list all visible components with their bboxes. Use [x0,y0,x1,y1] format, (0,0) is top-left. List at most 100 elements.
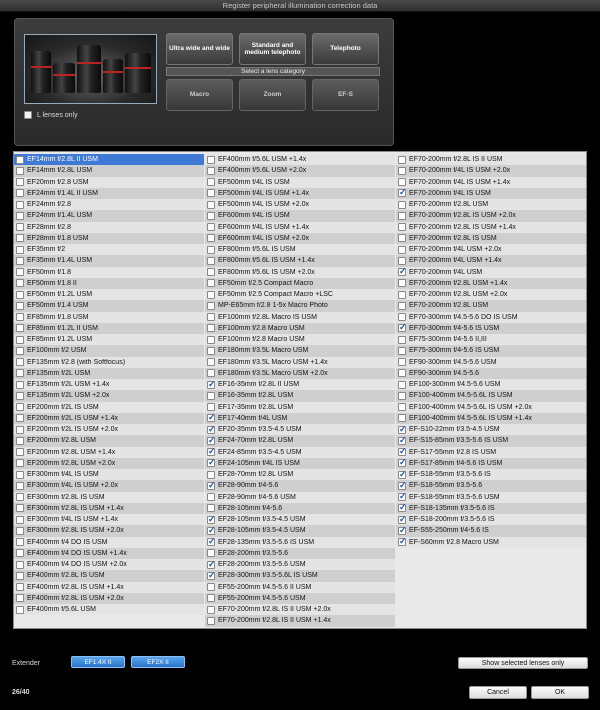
lens-checkbox[interactable] [16,245,24,254]
lens-checkbox[interactable] [207,514,216,525]
lens-checkbox[interactable] [207,211,215,220]
lens-checkbox[interactable] [16,178,24,187]
lens-checkbox[interactable] [16,200,24,209]
extender-1-4x-button[interactable]: EF1.4X II [71,656,125,668]
lens-checkbox[interactable] [16,380,24,389]
lens-checkbox[interactable] [398,279,406,288]
lens-checkbox[interactable] [398,301,406,310]
lens-row[interactable]: EF14mm f/2.8L USM [14,165,204,177]
lens-row[interactable]: EF135mm f/2.8 (with Softfocus) [14,356,204,368]
lens-row[interactable]: EF-S18-135mm f/3.5-5.6 IS [396,502,586,514]
lens-checkbox[interactable] [398,514,407,525]
lens-row[interactable]: EF28-200mm f/3.5-5.6 USM [205,559,395,571]
lens-row[interactable]: EF90-300mm f/4.5-5.6 USM [396,356,586,368]
lens-row[interactable]: EF180mm f/3.5L Macro USM [205,345,395,357]
lens-row[interactable]: EF28-90mm f/4-5.6 USM [205,491,395,503]
lens-row[interactable]: EF500mm f/4L IS USM [205,176,395,188]
lens-row[interactable]: EF800mm f/5.6L IS USM +2.0x [205,266,395,278]
lens-checkbox[interactable] [398,223,406,232]
lens-row[interactable]: EF90-300mm f/4.5-5.6 [396,367,586,379]
lens-row[interactable]: EF-S18-55mm f/3.5-5.6 USM [396,491,586,503]
lens-checkbox[interactable] [398,178,406,187]
lens-row[interactable]: EF400mm f/5.6L USM +1.4x [205,154,395,166]
lens-checkbox[interactable] [207,616,215,625]
lens-checkbox[interactable] [398,491,407,502]
cancel-button[interactable]: Cancel [469,686,527,699]
lens-row[interactable]: EF70-200mm f/4L USM +2.0x [396,244,586,256]
lens-row[interactable]: EF300mm f/4L IS USM +1.4x [14,514,204,526]
lens-row[interactable]: EF70-200mm f/2.8L IS USM [396,232,586,244]
lens-checkbox[interactable] [207,504,215,513]
lens-checkbox[interactable] [16,335,24,344]
lens-checkbox[interactable] [16,470,24,479]
category-zoom-button[interactable]: Zoom [239,79,306,111]
lens-row[interactable]: EF135mm f/2L USM +2.0x [14,390,204,402]
lens-row[interactable]: EF70-200mm f/4L IS USM +1.4x [396,176,586,188]
lens-checkbox[interactable] [16,605,24,614]
lens-checkbox[interactable] [398,290,406,299]
lens-checkbox[interactable] [16,504,24,513]
lens-row[interactable]: EF20-35mm f/3.5-4.5 USM [205,424,395,436]
lens-checkbox[interactable] [207,403,215,412]
lens-checkbox[interactable] [398,480,407,491]
lens-checkbox[interactable] [398,211,406,220]
lens-row[interactable]: EF16-35mm f/2.8L II USM [205,379,395,391]
lens-checkbox[interactable] [207,335,215,344]
lens-row[interactable]: EF100mm f/2.8 Macro USM [205,334,395,346]
lens-checkbox[interactable] [398,266,407,277]
lens-checkbox[interactable] [398,245,406,254]
lens-row[interactable]: EF200mm f/2.8L USM [14,435,204,447]
lens-row[interactable]: EF75-300mm f/4-5.6 IS USM [396,345,586,357]
l-lenses-only-checkbox[interactable] [24,111,32,119]
lens-checkbox[interactable] [16,324,24,333]
lens-row[interactable]: EF500mm f/4L IS USM +2.0x [205,199,395,211]
lens-row[interactable]: EF28-105mm f/3.5-4.5 USM [205,514,395,526]
lens-row[interactable]: EF28-135mm f/3.5-5.6 IS USM [205,536,395,548]
lens-row[interactable]: EF135mm f/2L USM [14,367,204,379]
lens-checkbox[interactable] [16,560,24,569]
lens-checkbox[interactable] [207,570,216,581]
lens-checkbox[interactable] [398,358,406,367]
lens-row[interactable]: EF70-200mm f/2.8L USM [396,300,586,312]
lens-row[interactable]: EF600mm f/4L IS USM +1.4x [205,221,395,233]
lens-checkbox[interactable] [207,525,216,536]
lens-row[interactable]: EF100-400mm f/4.5-5.6L IS USM [396,390,586,402]
lens-row[interactable]: EF35mm f/1.4L USM [14,255,204,267]
lens-row[interactable]: EF400mm f/4 DO IS USM +2.0x [14,559,204,571]
lens-checkbox[interactable] [398,313,406,322]
lens-checkbox[interactable] [398,457,407,468]
lens-row[interactable]: EF70-200mm f/2.8L IS USM +1.4x [396,221,586,233]
lens-checkbox[interactable] [16,346,24,355]
lens-checkbox[interactable] [398,469,407,480]
lens-checkbox[interactable] [16,358,24,367]
lens-checkbox[interactable] [207,594,215,603]
lens-checkbox[interactable] [207,200,215,209]
lens-row[interactable]: EF200mm f/2L IS USM [14,401,204,413]
lens-checkbox[interactable] [207,583,215,592]
lens-checkbox[interactable] [16,403,24,412]
lens-checkbox[interactable] [207,457,216,468]
lens-row[interactable]: EF600mm f/4L IS USM +2.0x [205,232,395,244]
lens-checkbox[interactable] [16,155,24,164]
lens-row[interactable]: EF300mm f/4L IS USM +2.0x [14,480,204,492]
lens-row[interactable]: EF100-300mm f/4.5-5.6 USM [396,379,586,391]
lens-row[interactable]: EF300mm f/4L IS USM [14,469,204,481]
lens-checkbox[interactable] [16,391,24,400]
lens-row[interactable]: EF28-105mm f/4-5.6 [205,502,395,514]
lens-checkbox[interactable] [398,446,407,457]
lens-row[interactable]: EF-S17-85mm f/4-5.6 IS USM [396,457,586,469]
lens-row[interactable]: EF100-400mm f/4.5-5.6L IS USM +2.0x [396,401,586,413]
lens-row[interactable]: EF-S18-55mm f/3.5-5.6 IS [396,469,586,481]
lens-checkbox[interactable] [398,234,406,243]
lens-row[interactable]: EF400mm f/2.8L IS USM +1.4x [14,581,204,593]
lens-checkbox[interactable] [16,583,24,592]
lens-checkbox[interactable] [16,459,24,468]
lens-row[interactable]: EF28mm f/1.8 USM [14,232,204,244]
lens-row[interactable]: EF70-200mm f/4L USM +1.4x [396,255,586,267]
lens-checkbox[interactable] [398,424,407,435]
lens-checkbox[interactable] [398,525,407,536]
lens-row[interactable]: EF50mm f/2.5 Compact Macro +LSC [205,289,395,301]
lens-row[interactable]: EF75-300mm f/4-5.6 II,III [396,334,586,346]
lens-row[interactable]: EF28-105mm f/3.5-4.5 USM [205,525,395,537]
lens-row[interactable]: EF16-35mm f/2.8L USM [205,390,395,402]
